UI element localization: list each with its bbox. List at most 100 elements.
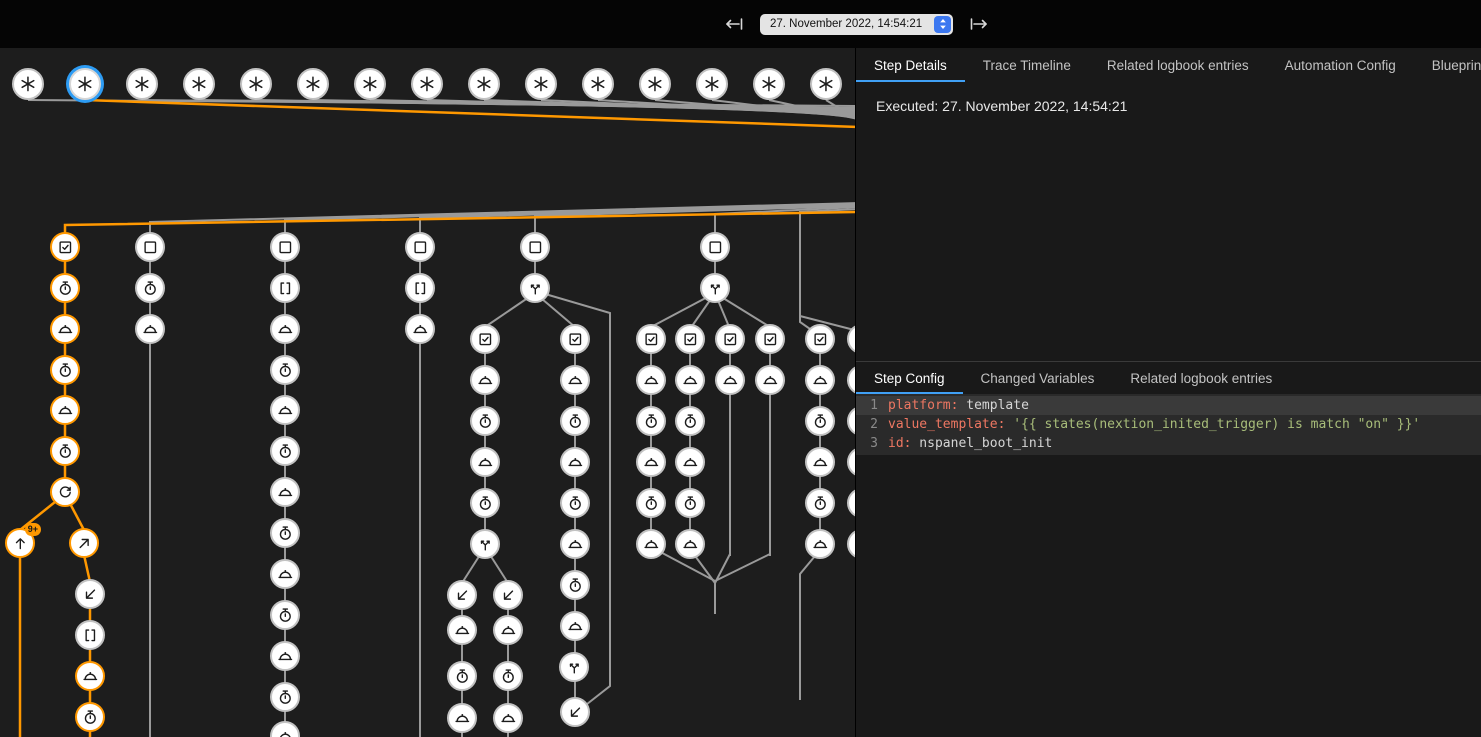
arrow-up-node[interactable]: 9+ xyxy=(5,528,35,558)
service-call-node[interactable] xyxy=(805,447,835,477)
tab-trace-timeline[interactable]: Trace Timeline xyxy=(965,48,1089,82)
asterisk-node[interactable] xyxy=(69,68,101,100)
timer-node[interactable] xyxy=(636,406,666,436)
timer-node[interactable] xyxy=(270,682,300,712)
asterisk-node[interactable] xyxy=(525,68,557,100)
timer-node[interactable] xyxy=(75,702,105,732)
service-call-node[interactable] xyxy=(636,529,666,559)
timer-node[interactable] xyxy=(270,355,300,385)
service-call-node[interactable] xyxy=(560,611,590,641)
asterisk-node[interactable] xyxy=(468,68,500,100)
timer-node[interactable] xyxy=(270,436,300,466)
service-call-node[interactable] xyxy=(270,314,300,344)
arrow-bottom-left-node[interactable] xyxy=(447,580,477,610)
checkbox-blank-node[interactable] xyxy=(135,232,165,262)
service-call-node[interactable] xyxy=(493,615,523,645)
asterisk-node[interactable] xyxy=(753,68,785,100)
service-call-node[interactable] xyxy=(447,615,477,645)
checkbox-marked-node[interactable] xyxy=(50,232,80,262)
service-call-node[interactable] xyxy=(636,447,666,477)
checkbox-marked-node[interactable] xyxy=(805,324,835,354)
timer-node[interactable] xyxy=(805,488,835,518)
tab-step-details[interactable]: Step Details xyxy=(856,48,965,82)
timer-node[interactable] xyxy=(847,488,855,518)
asterisk-node[interactable] xyxy=(810,68,842,100)
service-call-node[interactable] xyxy=(405,314,435,344)
service-call-node[interactable] xyxy=(560,447,590,477)
timer-node[interactable] xyxy=(447,661,477,691)
service-call-node[interactable] xyxy=(270,641,300,671)
service-call-node[interactable] xyxy=(675,447,705,477)
trace-picker-select[interactable]: 27. November 2022, 14:54:21 xyxy=(760,14,953,35)
tab-automation-config[interactable]: Automation Config xyxy=(1267,48,1414,82)
service-call-node[interactable] xyxy=(50,395,80,425)
checkbox-blank-node[interactable] xyxy=(270,232,300,262)
next-trace-button[interactable] xyxy=(965,12,993,36)
asterisk-node[interactable] xyxy=(639,68,671,100)
service-call-node[interactable] xyxy=(270,559,300,589)
checkbox-marked-node[interactable] xyxy=(636,324,666,354)
timer-node[interactable] xyxy=(560,570,590,600)
arrow-bottom-left-node[interactable] xyxy=(560,697,590,727)
subtab-step-config[interactable]: Step Config xyxy=(856,362,963,394)
checkbox-blank-node[interactable] xyxy=(405,232,435,262)
service-call-node[interactable] xyxy=(270,477,300,507)
subtab-changed-variables[interactable]: Changed Variables xyxy=(963,362,1113,394)
service-call-node[interactable] xyxy=(847,447,855,477)
asterisk-node[interactable] xyxy=(582,68,614,100)
service-call-node[interactable] xyxy=(75,661,105,691)
asterisk-node[interactable] xyxy=(354,68,386,100)
service-call-node[interactable] xyxy=(805,529,835,559)
call-split-node[interactable] xyxy=(520,273,550,303)
code-brackets-node[interactable] xyxy=(405,273,435,303)
checkbox-marked-node[interactable] xyxy=(675,324,705,354)
timer-node[interactable] xyxy=(135,273,165,303)
tab-related-logbook-entries[interactable]: Related logbook entries xyxy=(1089,48,1267,82)
asterisk-node[interactable] xyxy=(411,68,443,100)
timer-node[interactable] xyxy=(560,406,590,436)
service-call-node[interactable] xyxy=(675,529,705,559)
checkbox-marked-node[interactable] xyxy=(715,324,745,354)
timer-node[interactable] xyxy=(560,488,590,518)
timer-node[interactable] xyxy=(470,488,500,518)
subtab-related-logbook-entries[interactable]: Related logbook entries xyxy=(1112,362,1290,394)
timer-node[interactable] xyxy=(50,273,80,303)
timer-node[interactable] xyxy=(493,661,523,691)
timer-node[interactable] xyxy=(675,406,705,436)
service-call-node[interactable] xyxy=(470,447,500,477)
previous-trace-button[interactable] xyxy=(720,12,748,36)
checkbox-marked-node[interactable] xyxy=(470,324,500,354)
timer-node[interactable] xyxy=(805,406,835,436)
asterisk-node[interactable] xyxy=(12,68,44,100)
timer-node[interactable] xyxy=(675,488,705,518)
service-call-node[interactable] xyxy=(493,703,523,733)
asterisk-node[interactable] xyxy=(240,68,272,100)
checkbox-blank-node[interactable] xyxy=(700,232,730,262)
asterisk-node[interactable] xyxy=(126,68,158,100)
code-brackets-node[interactable] xyxy=(75,620,105,650)
timer-node[interactable] xyxy=(470,406,500,436)
service-call-node[interactable] xyxy=(636,365,666,395)
checkbox-marked-node[interactable] xyxy=(560,324,590,354)
service-call-node[interactable] xyxy=(270,721,300,737)
service-call-node[interactable] xyxy=(755,365,785,395)
service-call-node[interactable] xyxy=(135,314,165,344)
service-call-node[interactable] xyxy=(675,365,705,395)
checkbox-marked-node[interactable] xyxy=(847,324,855,354)
timer-node[interactable] xyxy=(50,355,80,385)
service-call-node[interactable] xyxy=(560,365,590,395)
timer-node[interactable] xyxy=(636,488,666,518)
asterisk-node[interactable] xyxy=(696,68,728,100)
service-call-node[interactable] xyxy=(847,365,855,395)
service-call-node[interactable] xyxy=(270,395,300,425)
checkbox-marked-node[interactable] xyxy=(755,324,785,354)
tab-blueprint-config[interactable]: Blueprint Config xyxy=(1414,48,1481,82)
arrow-bottom-left-node[interactable] xyxy=(75,579,105,609)
arrow-bottom-left-node[interactable] xyxy=(493,580,523,610)
call-split-node[interactable] xyxy=(700,273,730,303)
code-brackets-node[interactable] xyxy=(270,273,300,303)
arrow-top-right-node[interactable] xyxy=(69,528,99,558)
asterisk-node[interactable] xyxy=(183,68,215,100)
call-split-node[interactable] xyxy=(559,652,589,682)
service-call-node[interactable] xyxy=(847,529,855,559)
